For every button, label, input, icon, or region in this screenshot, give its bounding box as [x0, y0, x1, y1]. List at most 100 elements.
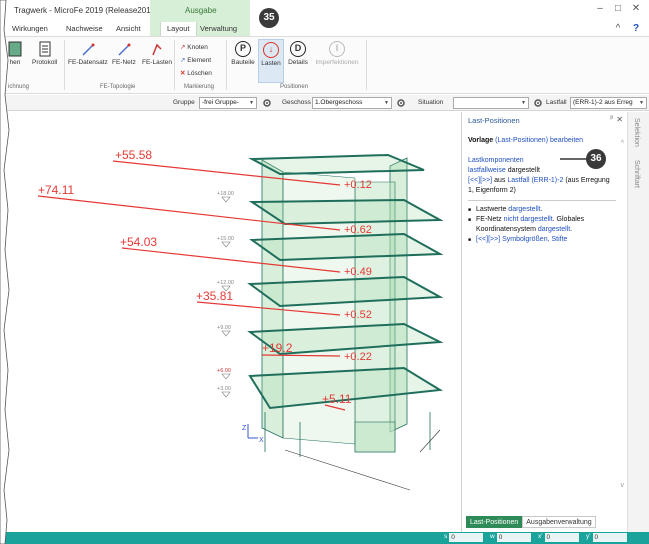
status-bar: s0 w0 x' 0 y' 0: [0, 532, 649, 544]
model-viewport[interactable]: Z X +55.58 +74.11 +54.03 +35.81 +19.2 +5…: [0, 112, 460, 532]
level-label: +9.00: [217, 325, 231, 331]
lastfall-link[interactable]: Lastfall (ERR-1)-2: [507, 177, 563, 184]
bullet-link[interactable]: dargestellt: [538, 226, 570, 233]
bullet-text: .: [570, 226, 573, 233]
window-title: Tragwerk - MicroFe 2019 (Release2019): [14, 6, 158, 15]
lasten-button[interactable]: ↓ Lasten: [258, 39, 284, 83]
tab-ausgabenverwaltung[interactable]: Ausgabenverwaltung: [522, 516, 596, 528]
ribbon-separator: [226, 40, 227, 90]
protokoll-icon: [39, 41, 51, 57]
status-x: x' 0: [538, 533, 579, 543]
ribbon-tabs: Wirkungen Nachweise Ansicht Layout Verwa…: [0, 22, 649, 36]
lasten-label: Lasten: [261, 60, 281, 67]
imperfektionen-icon: I: [329, 41, 345, 57]
tab-ansicht[interactable]: Ansicht: [116, 24, 141, 33]
tab-wirkungen[interactable]: Wirkungen: [12, 24, 48, 33]
protokoll-button[interactable]: Protokoll: [32, 41, 57, 66]
fe-datensatz-icon: [82, 43, 95, 56]
chevron-down-icon: ▼: [521, 100, 526, 106]
gruppe-settings-icon[interactable]: [262, 98, 272, 108]
callout-35: 35: [259, 8, 279, 28]
panel-title: Last-Positionen: [468, 116, 520, 125]
knoten-button[interactable]: ↗ Knoten: [180, 43, 208, 51]
tab-last-positionen[interactable]: Last-Positionen: [466, 516, 523, 528]
bullet-link[interactable]: dargestellt: [508, 206, 540, 213]
bullet-link[interactable]: [<<][>>] Symbolgrößen, Stifte: [476, 236, 567, 243]
vertical-tab-bar: Selektion Schriftart: [627, 112, 649, 532]
fe-lasten-icon: [152, 43, 162, 56]
status-w-value: 0: [496, 533, 531, 542]
loeschen-label: Löschen: [187, 70, 212, 77]
bullet-text: Lastwerte: [476, 206, 509, 213]
lastfallweise-link[interactable]: lastfallweise: [468, 167, 506, 174]
bauteile-button[interactable]: P Bauteile: [230, 41, 256, 66]
dargestellt-text: dargestellt: [507, 167, 540, 174]
axis-z-label: Z: [242, 425, 247, 432]
fe-lasten-button[interactable]: FE-Lasten: [142, 41, 172, 66]
lastfall-nav-link[interactable]: [<<][>>]: [468, 177, 492, 184]
core-base: [354, 421, 396, 453]
maximize-button[interactable]: □: [612, 3, 624, 14]
loeschen-button[interactable]: ✕ Löschen: [180, 69, 212, 77]
tab-verwaltung[interactable]: Verwaltung: [200, 24, 237, 33]
imperfektionen-button[interactable]: I Imperfektionen: [312, 41, 362, 66]
node-value: +0.22: [344, 351, 372, 363]
situation-select[interactable]: ▼: [453, 97, 529, 109]
panel-close-button[interactable]: ✕: [616, 115, 623, 124]
bullet-text: .: [540, 206, 543, 213]
scroll-down-icon[interactable]: v: [621, 482, 625, 489]
element-label: Element: [187, 57, 212, 64]
node-value: +0.12: [344, 179, 372, 191]
structure-3d-view[interactable]: Z X +55.58 +74.11 +54.03 +35.81 +19.2 +5…: [0, 112, 460, 532]
status-x-value: 0: [544, 533, 579, 542]
aus-text: aus: [494, 177, 506, 184]
chevron-down-icon: ▼: [249, 100, 254, 106]
bullet-link[interactable]: nicht dargestellt: [504, 216, 553, 223]
close-button[interactable]: ✕: [630, 3, 642, 14]
geschoss-settings-icon[interactable]: [396, 98, 406, 108]
list-item: Lastwerte dargestellt.: [468, 205, 616, 215]
element-icon: ↗: [180, 57, 186, 64]
imperfektionen-label: Imperfektionen: [315, 59, 359, 66]
axis-x-label: X: [259, 437, 264, 444]
fe-netz-icon: [118, 43, 131, 56]
details-button[interactable]: D Details: [286, 41, 310, 66]
help-icon[interactable]: ?: [630, 23, 642, 34]
group-positionen-label: Positionen: [280, 84, 309, 90]
title-bar: Tragwerk - MicroFe 2019 (Release2019) – …: [0, 0, 649, 20]
fe-netz-label: FE-Netz: [112, 59, 136, 66]
scroll-up-icon[interactable]: ^: [621, 140, 624, 147]
tab-layout[interactable]: Layout: [160, 22, 197, 36]
dimension-line: [284, 449, 411, 491]
level-label: +15.00: [217, 236, 234, 242]
minimize-button[interactable]: –: [594, 3, 606, 14]
pin-icon[interactable]: ᵖ: [610, 115, 613, 122]
status-y-label: y': [586, 533, 591, 540]
slab: [248, 153, 425, 176]
details-icon: D: [290, 41, 306, 57]
lastfall-select[interactable]: (ERR-1)-2 aus Erreg ▼: [570, 97, 647, 109]
chevron-down-icon: ▼: [639, 100, 644, 106]
vorlage-link[interactable]: (Last-Positionen): [495, 137, 548, 144]
collapse-ribbon-icon[interactable]: ^: [612, 23, 624, 34]
tab-schriftart[interactable]: Schriftart: [633, 160, 640, 188]
fe-datensatz-button[interactable]: FE-Datensatz: [68, 41, 108, 66]
level-marker-icon: [221, 196, 231, 203]
tab-selektion[interactable]: Selektion: [633, 118, 640, 147]
gruppe-select[interactable]: -frei Gruppe- ▼: [199, 97, 257, 109]
level-label: +12.00: [217, 280, 234, 286]
vorlage-edit-link[interactable]: bearbeiten: [550, 137, 583, 144]
geschoss-select[interactable]: 1.Obergeschoss ▼: [312, 97, 392, 109]
last-positionen-panel: Last-Positionen ᵖ ✕ ^ v Vorlage (Last-Po…: [461, 112, 627, 532]
tab-nachweise[interactable]: Nachweise: [66, 24, 103, 33]
ausgabe-context-label: Ausgabe: [185, 6, 217, 15]
element-button[interactable]: ↗ Element: [180, 56, 211, 64]
situation-settings-icon[interactable]: [533, 98, 543, 108]
ribbon-separator: [64, 40, 65, 90]
node-value: +0.62: [344, 224, 372, 236]
fe-netz-button[interactable]: FE-Netz: [112, 41, 136, 66]
situation-label: Situation: [418, 99, 444, 106]
vorlage-label: Vorlage: [468, 137, 494, 144]
protokoll-label: Protokoll: [32, 59, 58, 66]
knoten-label: Knoten: [187, 44, 208, 51]
